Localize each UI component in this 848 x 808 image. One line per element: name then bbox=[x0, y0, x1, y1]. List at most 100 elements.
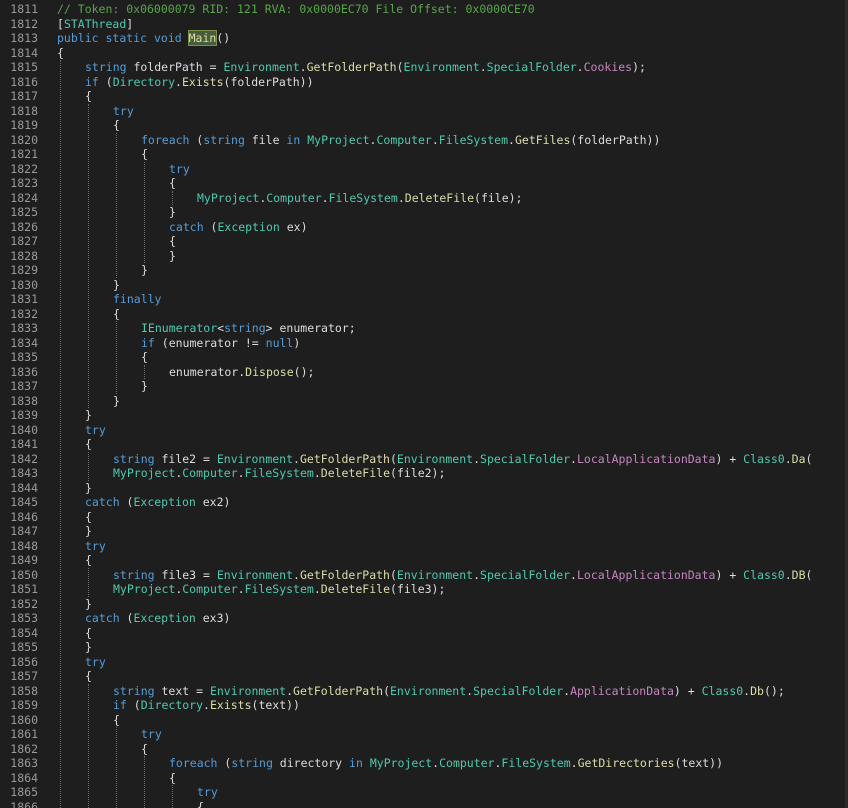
code-line[interactable]: 1848 try bbox=[0, 539, 848, 554]
code-text[interactable]: enumerator.Dispose(); bbox=[169, 365, 314, 380]
code-line[interactable]: 1860 { bbox=[0, 713, 848, 728]
code-line[interactable]: 1844} bbox=[0, 481, 848, 496]
code-text[interactable]: foreach (string file in MyProject.Comput… bbox=[141, 133, 660, 148]
code-line[interactable]: 1850 string file3 = Environment.GetFolder… bbox=[0, 568, 848, 583]
code-text[interactable]: try bbox=[169, 162, 190, 177]
code-line[interactable]: 1836 enumerator.Dispose(); bbox=[0, 365, 848, 380]
code-line[interactable]: 1815 string folderPath = Environment.GetF… bbox=[0, 60, 848, 75]
code-line[interactable]: 1852} bbox=[0, 597, 848, 612]
code-line[interactable]: 1862 { bbox=[0, 742, 848, 757]
code-line[interactable]: 1853 catch (Exception ex3) bbox=[0, 611, 848, 626]
code-text[interactable]: } bbox=[85, 524, 92, 539]
code-line[interactable]: 1832 { bbox=[0, 307, 848, 322]
code-text[interactable]: { bbox=[85, 437, 92, 452]
code-text[interactable]: { bbox=[85, 669, 92, 684]
code-line[interactable]: 1861 try bbox=[0, 727, 848, 742]
code-line[interactable]: 1811 // Token: 0x06000079 RID: 121 RVA: 0… bbox=[0, 2, 848, 17]
code-text[interactable]: foreach (string directory in MyProject. C… bbox=[169, 756, 723, 771]
code-line[interactable]: 1837} bbox=[0, 379, 848, 394]
code-text[interactable]: } bbox=[85, 408, 92, 423]
code-line[interactable]: 1864 { bbox=[0, 771, 848, 786]
code-line[interactable]: 1856 try bbox=[0, 655, 848, 670]
code-line[interactable]: 1855} bbox=[0, 640, 848, 655]
code-text[interactable]: } bbox=[113, 394, 120, 409]
code-line[interactable]: 1840 try bbox=[0, 423, 848, 438]
code-text[interactable]: if (enumerator != null) bbox=[141, 336, 300, 351]
code-text[interactable]: { bbox=[169, 771, 176, 786]
code-text[interactable]: { bbox=[85, 553, 92, 568]
code-text[interactable]: string folderPath = Environment.GetFolde… bbox=[85, 60, 646, 75]
code-text[interactable]: string file3 = Environment.GetFolderPath… bbox=[113, 568, 812, 583]
code-text[interactable]: { bbox=[169, 176, 176, 191]
code-line[interactable]: 1842 string file2 = Environment.GetFolder… bbox=[0, 452, 848, 467]
code-text[interactable]: try bbox=[141, 727, 162, 742]
code-text[interactable]: } bbox=[169, 205, 176, 220]
code-line[interactable]: 1854 { bbox=[0, 626, 848, 641]
code-text[interactable]: { bbox=[113, 118, 120, 133]
code-text[interactable]: MyProject.Computer.FileSystem.DeleteFile… bbox=[197, 191, 522, 206]
code-line[interactable]: 1819 { bbox=[0, 118, 848, 133]
code-text[interactable]: { bbox=[85, 510, 92, 525]
code-line[interactable]: 1845 catch (Exception ex2) bbox=[0, 495, 848, 510]
code-text[interactable]: } bbox=[169, 249, 176, 264]
code-line[interactable]: 1865 try bbox=[0, 785, 848, 800]
code-text[interactable]: public static void Main() bbox=[57, 30, 230, 46]
code-text[interactable]: [STAThread] bbox=[57, 17, 133, 32]
code-line[interactable]: 1814 { bbox=[0, 46, 848, 61]
code-line[interactable]: 1827 { bbox=[0, 234, 848, 249]
code-line[interactable]: 1816 if (Directory.Exists(folderPath)) bbox=[0, 75, 848, 90]
code-line[interactable]: 1834 if (enumerator != null) bbox=[0, 336, 848, 351]
code-line[interactable]: 1859 if (Directory.Exists(text)) bbox=[0, 698, 848, 713]
code-line[interactable]: 1841 { bbox=[0, 437, 848, 452]
code-line[interactable]: 1849 { bbox=[0, 553, 848, 568]
code-text[interactable]: } bbox=[85, 597, 92, 612]
code-text[interactable]: catch (Exception ex2) bbox=[85, 495, 230, 510]
code-text[interactable]: catch (Exception ex3) bbox=[85, 611, 230, 626]
code-text[interactable]: try bbox=[85, 423, 106, 438]
code-text[interactable]: { bbox=[197, 800, 204, 808]
code-text[interactable]: { bbox=[57, 46, 64, 61]
code-line[interactable]: 1826 catch (Exception ex) bbox=[0, 220, 848, 235]
code-line[interactable]: 1839} bbox=[0, 408, 848, 423]
code-line[interactable]: 1843 MyProject.Computer.FileSystem.Delete… bbox=[0, 466, 848, 481]
code-line[interactable]: 1820 foreach (string file in MyProject.Co… bbox=[0, 133, 848, 148]
code-line[interactable]: 1813 public static void Main() bbox=[0, 30, 848, 46]
code-text[interactable]: string file2 = Environment.GetFolderPath… bbox=[113, 452, 812, 467]
code-line[interactable]: 1823 { bbox=[0, 176, 848, 191]
code-line[interactable]: 1851 MyProject.Computer.FileSystem.Delete… bbox=[0, 582, 848, 597]
code-text[interactable]: } bbox=[141, 379, 148, 394]
code-line[interactable]: 1858 string text = Environment.GetFolderP… bbox=[0, 684, 848, 699]
code-text[interactable]: MyProject.Computer.FileSystem.DeleteFile… bbox=[113, 582, 445, 597]
code-text[interactable]: } bbox=[113, 278, 120, 293]
code-text[interactable]: IEnumerator<string> enumerator; bbox=[141, 321, 356, 336]
code-text[interactable]: if (Directory.Exists(text)) bbox=[113, 698, 300, 713]
code-text[interactable]: try bbox=[85, 655, 106, 670]
code-line[interactable]: 1838} bbox=[0, 394, 848, 409]
code-line[interactable]: 1863 foreach (string directory in MyProje… bbox=[0, 756, 848, 771]
code-line[interactable]: 1828} bbox=[0, 249, 848, 264]
code-line[interactable]: 1866 { bbox=[0, 800, 848, 808]
code-line[interactable]: 1847} bbox=[0, 524, 848, 539]
code-text[interactable]: try bbox=[85, 539, 106, 554]
code-text[interactable]: } bbox=[85, 640, 92, 655]
code-line[interactable]: 1846 { bbox=[0, 510, 848, 525]
code-line[interactable]: 1829} bbox=[0, 263, 848, 278]
code-line[interactable]: 1824 MyProject.Computer.FileSystem.Delete… bbox=[0, 191, 848, 206]
code-text[interactable]: { bbox=[85, 89, 92, 104]
code-text[interactable]: { bbox=[141, 147, 148, 162]
code-line[interactable]: 1818 try bbox=[0, 104, 848, 119]
code-text[interactable]: } bbox=[141, 263, 148, 278]
code-text[interactable]: { bbox=[141, 742, 148, 757]
code-line[interactable]: 1821 { bbox=[0, 147, 848, 162]
code-text[interactable]: try bbox=[197, 785, 218, 800]
code-line[interactable]: 1830} bbox=[0, 278, 848, 293]
code-text[interactable]: MyProject.Computer.FileSystem.DeleteFile… bbox=[113, 466, 445, 481]
code-text[interactable]: finally bbox=[113, 292, 161, 307]
code-text[interactable]: { bbox=[113, 713, 120, 728]
code-line[interactable]: 1817 { bbox=[0, 89, 848, 104]
code-text[interactable]: catch (Exception ex) bbox=[169, 220, 308, 235]
code-text[interactable]: if (Directory.Exists(folderPath)) bbox=[85, 75, 314, 90]
code-line[interactable]: 1857 { bbox=[0, 669, 848, 684]
code-editor[interactable]: 1811 // Token: 0x06000079 RID: 121 RVA: 0… bbox=[0, 0, 848, 808]
code-text[interactable]: { bbox=[85, 626, 92, 641]
